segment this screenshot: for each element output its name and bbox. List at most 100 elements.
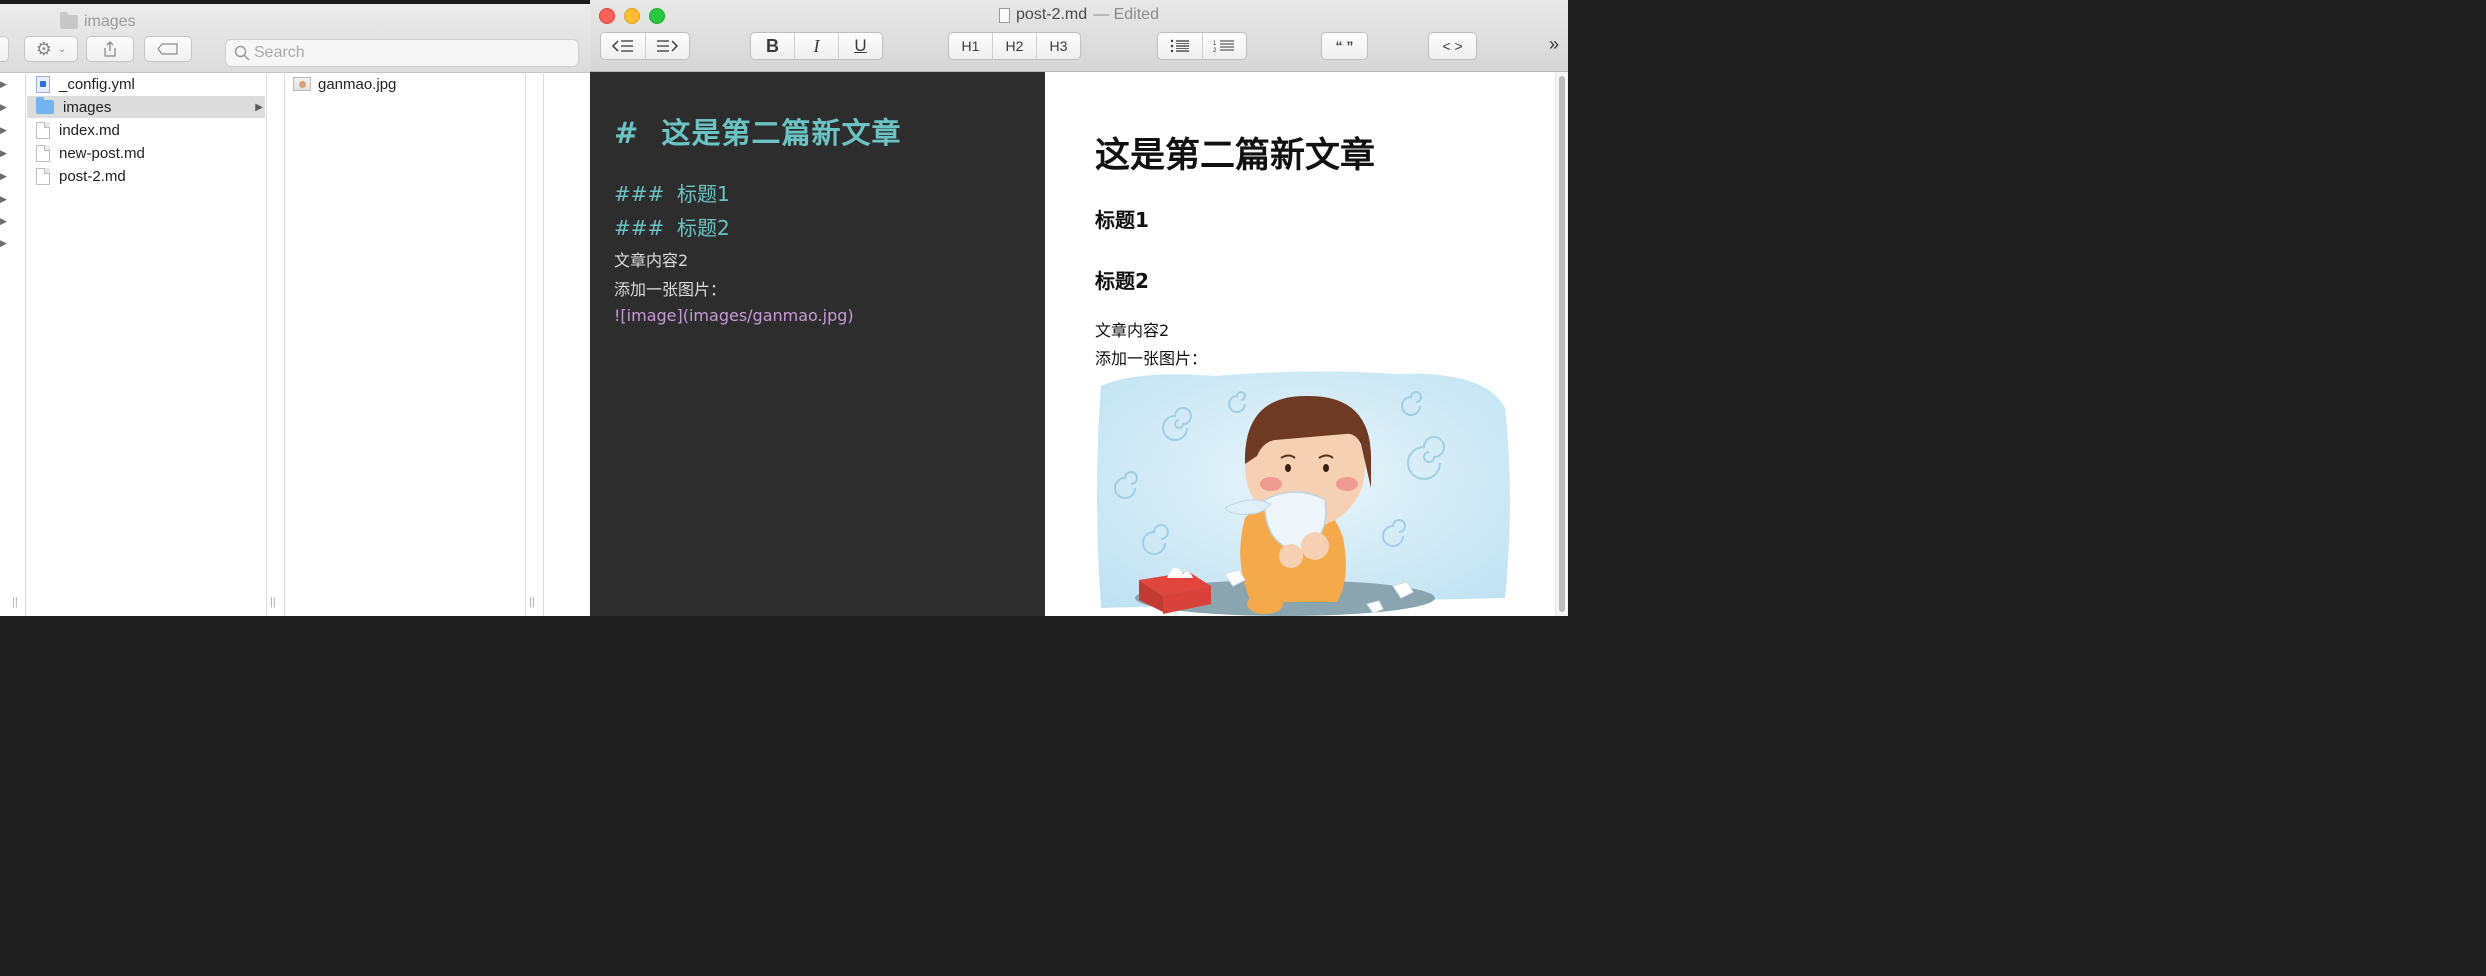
- md-h1-text: 这是第二篇新文章: [661, 116, 902, 150]
- disclosure-arrow-icon: ▶: [0, 102, 7, 112]
- action-menu-button[interactable]: ⚙ ⌄: [24, 36, 78, 62]
- list-group: 12: [1157, 32, 1247, 60]
- column-resize-handle[interactable]: ||: [529, 596, 535, 608]
- column-divider[interactable]: [284, 72, 285, 616]
- bullet-list-icon: [1170, 39, 1189, 53]
- md-paragraph: 文章内容2: [614, 251, 689, 270]
- md-image-link: ![image](images/ganmao.jpg): [614, 306, 854, 325]
- more-tools-button[interactable]: »: [1549, 34, 1559, 55]
- edited-status: — Edited: [1093, 6, 1159, 23]
- disclosure-arrow-icon: ▶: [0, 148, 7, 158]
- search-field[interactable]: [225, 39, 579, 67]
- md-h3-text: 标题2: [677, 216, 730, 240]
- folder-icon: [60, 12, 78, 29]
- view-button[interactable]: [0, 36, 9, 62]
- share-icon: [104, 41, 116, 57]
- code-button[interactable]: < >: [1428, 32, 1477, 60]
- quote-button[interactable]: “ ”: [1321, 32, 1368, 60]
- outdent-icon: [611, 40, 633, 52]
- disclosure-arrow-icon: ▶: [0, 79, 7, 89]
- chevron-down-icon: ⌄: [57, 43, 67, 55]
- folder-item-images[interactable]: images ▶: [27, 96, 265, 118]
- indent-group: [600, 32, 690, 60]
- column-divider[interactable]: [543, 72, 544, 616]
- file-item-index[interactable]: index.md: [27, 119, 265, 141]
- md-marker: ###: [614, 216, 665, 240]
- file-name: new-post.md: [59, 144, 145, 162]
- file-name: ganmao.jpg: [318, 75, 397, 93]
- tag-button[interactable]: [144, 36, 192, 62]
- editor-titlebar: post-2.md — Edited B I U H1 H2 H3 1 2 “ …: [590, 0, 1568, 72]
- svg-text:2: 2: [1213, 48, 1217, 53]
- file-item-post-2[interactable]: post-2.md: [27, 165, 265, 187]
- editor-window: post-2.md — Edited B I U H1 H2 H3 1 2 “ …: [590, 0, 1568, 616]
- markdown-editor[interactable]: # 这是第二篇新文章 ### 标题1 ### 标题2 文章内容2 添加一张图片：…: [590, 72, 1045, 616]
- gear-icon: ⚙: [35, 38, 52, 59]
- finder-title-text: images: [84, 13, 136, 30]
- file-name: post-2.md: [59, 167, 126, 185]
- md-h3-line: ### 标题2: [614, 212, 730, 241]
- preview-pane: 这是第二篇新文章 标题1 标题2 文章内容2 添加一张图片：: [1045, 72, 1568, 616]
- search-icon: [234, 45, 250, 61]
- file-name: images: [63, 98, 112, 116]
- disclosure-arrow-icon: ▶: [0, 125, 7, 135]
- preview-h3: 标题2: [1095, 269, 1149, 293]
- h3-button[interactable]: H3: [1037, 33, 1080, 59]
- disclosure-arrow-icon: ▶: [0, 171, 7, 181]
- tag-icon: [157, 43, 178, 55]
- image-file-icon: [293, 77, 311, 91]
- file-item-ganmao[interactable]: ganmao.jpg: [286, 73, 524, 95]
- file-item-config[interactable]: _config.yml: [27, 73, 265, 95]
- window-title: post-2.md — Edited: [590, 6, 1568, 24]
- preview-paragraph: 文章内容2: [1095, 321, 1170, 340]
- preview-scrollbar-thumb[interactable]: [1559, 76, 1565, 612]
- underline-button[interactable]: U: [839, 33, 882, 59]
- md-marker: #: [614, 116, 640, 150]
- folder-icon: [36, 97, 54, 114]
- disclosure-arrow-icon: ▶: [255, 101, 263, 113]
- column-resize-handle[interactable]: ||: [270, 596, 276, 608]
- preview-h1: 这是第二篇新文章: [1095, 136, 1376, 176]
- finder-window: images ⚙ ⌄ ▶ ▶ ▶ ▶ ▶ ▶ ▶ ▶ || || || _con…: [0, 0, 590, 616]
- md-marker: ###: [614, 182, 665, 206]
- disclosure-arrow-icon: ▶: [0, 238, 7, 248]
- indent-icon: [657, 40, 679, 52]
- search-input[interactable]: [250, 43, 576, 63]
- indent-button[interactable]: [646, 33, 690, 59]
- preview-paragraph: 添加一张图片：: [1095, 349, 1208, 368]
- file-name: _config.yml: [59, 75, 135, 93]
- finder-title: images: [60, 12, 136, 31]
- h2-button[interactable]: H2: [993, 33, 1037, 59]
- preview-h3: 标题1: [1095, 208, 1149, 232]
- document-icon: [999, 7, 1011, 23]
- document-icon: [36, 167, 50, 185]
- format-group: B I U: [750, 32, 883, 60]
- md-h1-line: # 这是第二篇新文章: [614, 110, 902, 152]
- md-h3-text: 标题1: [677, 182, 730, 206]
- column-divider[interactable]: [525, 72, 526, 616]
- heading-group: H1 H2 H3: [948, 32, 1081, 60]
- numbered-list-button[interactable]: 12: [1203, 33, 1247, 59]
- column-resize-handle[interactable]: ||: [12, 596, 18, 608]
- finder-toolbar: images ⚙ ⌄: [0, 4, 590, 73]
- h1-button[interactable]: H1: [949, 33, 993, 59]
- yml-file-icon: [36, 75, 50, 93]
- column-divider[interactable]: [266, 72, 267, 616]
- document-icon: [36, 144, 50, 162]
- italic-button[interactable]: I: [795, 33, 839, 59]
- outdent-button[interactable]: [601, 33, 646, 59]
- svg-text:1: 1: [1213, 41, 1217, 47]
- md-paragraph: 添加一张图片：: [614, 280, 727, 299]
- column-divider[interactable]: [25, 72, 26, 616]
- bullet-list-button[interactable]: [1158, 33, 1203, 59]
- illustration-image: [1095, 368, 1515, 616]
- disclosure-arrow-icon: ▶: [0, 216, 7, 226]
- file-name: index.md: [59, 121, 120, 139]
- md-h3-line: ### 标题1: [614, 178, 730, 207]
- bold-button[interactable]: B: [751, 33, 795, 59]
- document-icon: [36, 121, 50, 139]
- file-item-new-post[interactable]: new-post.md: [27, 142, 265, 164]
- share-button[interactable]: [86, 36, 134, 62]
- numbered-list-icon: 12: [1213, 40, 1235, 53]
- filename: post-2.md: [1016, 6, 1088, 23]
